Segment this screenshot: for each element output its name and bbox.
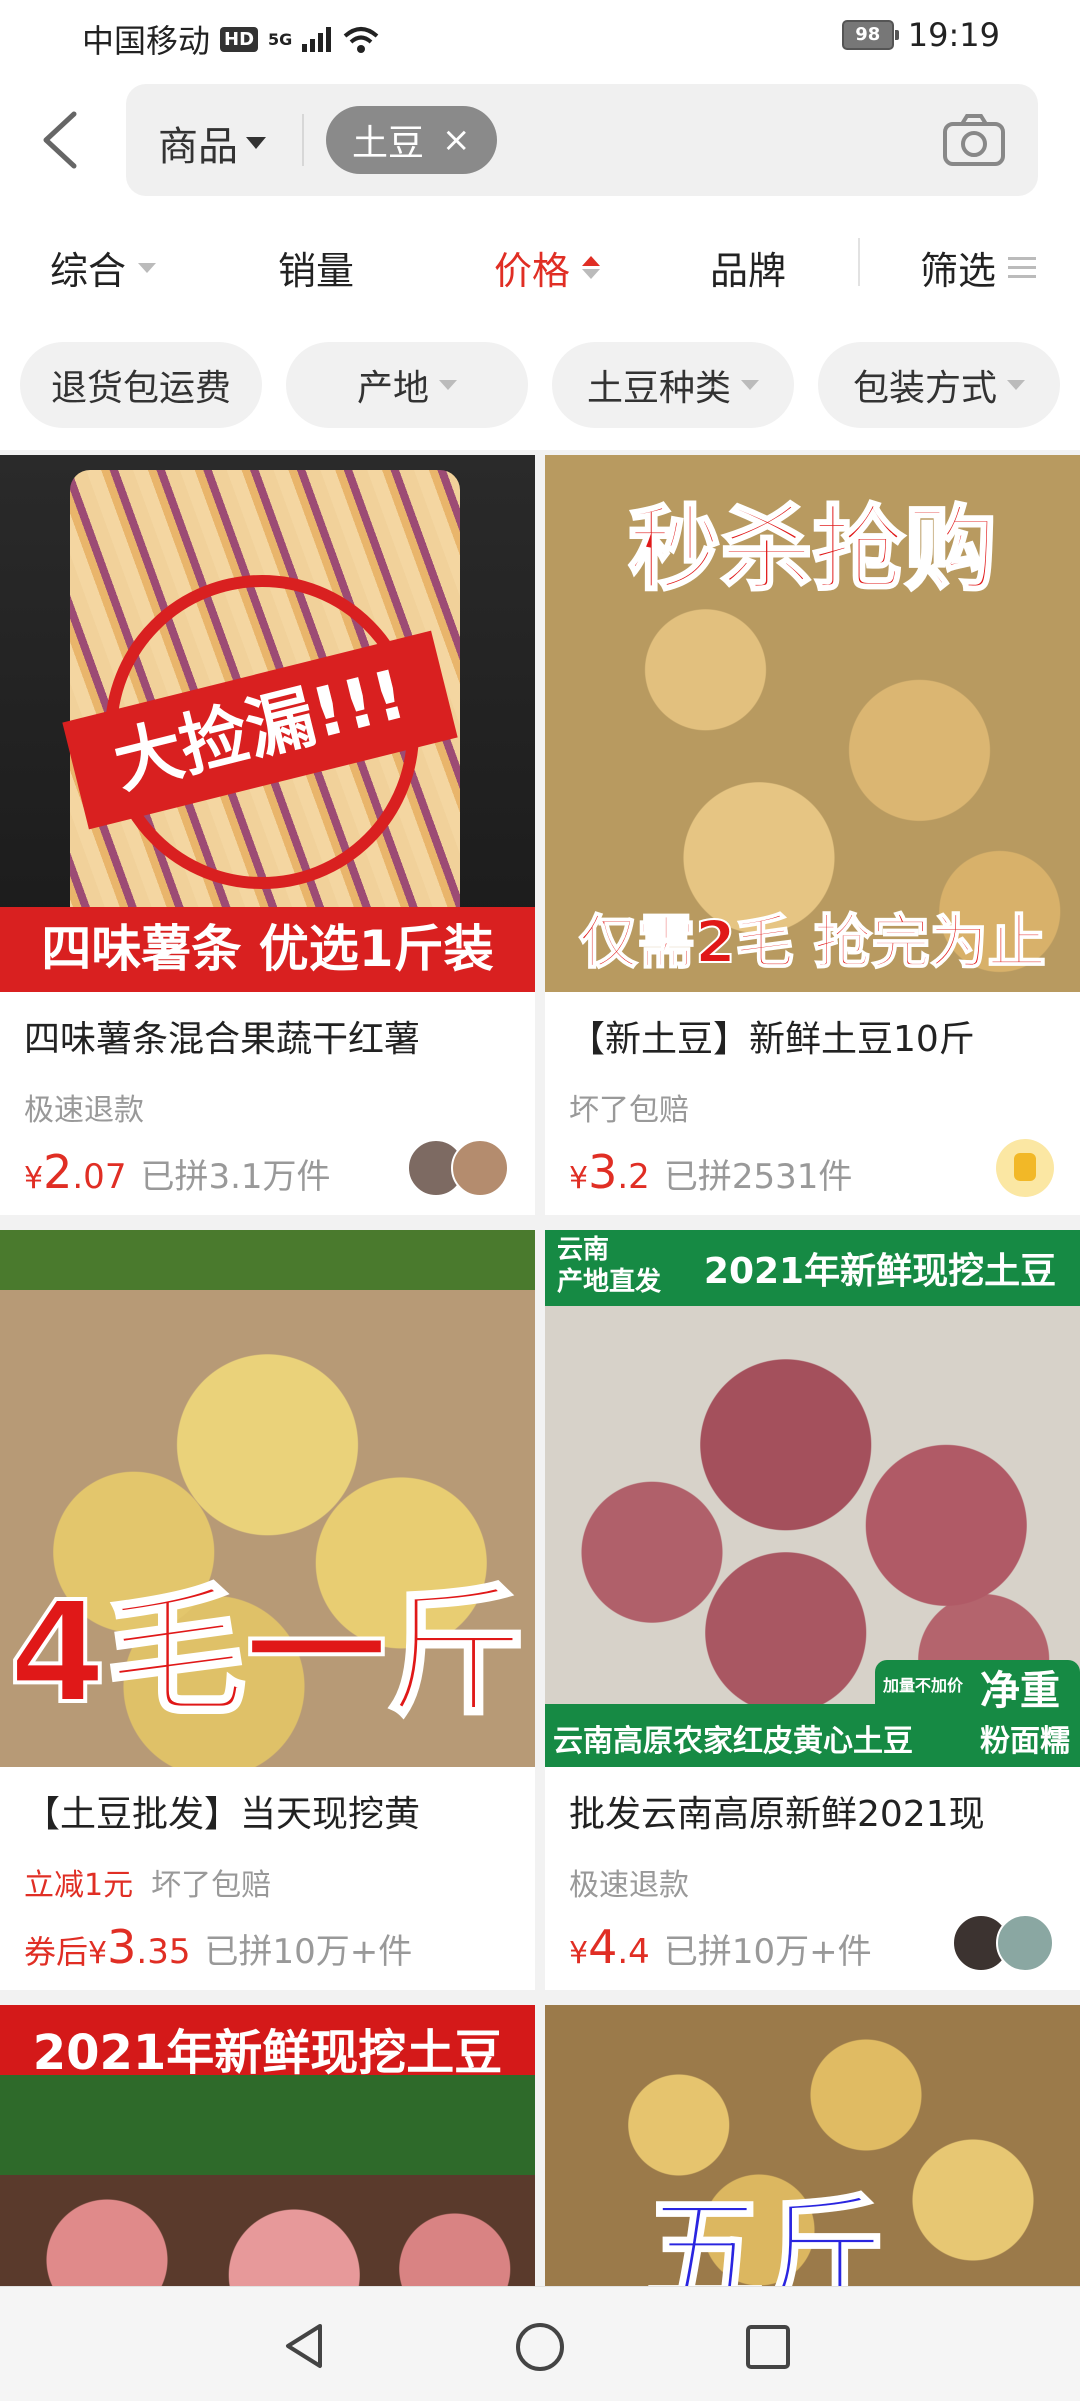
image-note: 加量不加价	[883, 1676, 964, 1695]
sort-brand[interactable]: 品牌	[710, 240, 786, 295]
buyer-avatars	[952, 1914, 1054, 1972]
product-card[interactable]: 4毛一斤 【土豆批发】当天现挖黄 立减1元 坏了包赔 券后 ¥3.35 已拼10万+件	[0, 1230, 535, 1990]
wifi-icon	[343, 27, 379, 53]
filter-chip-label: 产地	[356, 368, 429, 409]
image-headline: 五斤	[644, 2183, 887, 2306]
filter-chips: 退货包运费 产地 土豆种类 包装方式	[0, 320, 1080, 450]
sort-comprehensive-label: 综合	[50, 249, 127, 293]
nav-back-icon[interactable]	[280, 2321, 330, 2371]
divider	[858, 238, 860, 286]
sort-price-label: 价格	[494, 249, 571, 293]
filter-chip-label: 土豆种类	[586, 368, 731, 409]
filter-label: 筛选	[920, 249, 997, 293]
network-label: 5G	[268, 29, 293, 49]
clock: 19:19	[907, 16, 1000, 54]
image-headline: 4毛一斤	[7, 1570, 528, 1737]
system-nav-bar	[0, 2286, 1080, 2401]
price-row: ¥2.07 已拼3.1万件	[24, 1145, 331, 1199]
product-card[interactable]: 2021年新鲜现挖土豆	[0, 2005, 535, 2305]
chevron-down-icon	[246, 137, 266, 149]
image-headline: 2021年新鲜现挖土豆	[703, 1251, 1057, 1292]
camera-icon[interactable]	[942, 112, 1006, 168]
filter-chip-potato-type[interactable]: 土豆种类	[552, 342, 794, 428]
product-title: 四味薯条混合果蔬干红薯	[24, 1019, 421, 1060]
search-scope-label: 商品	[158, 124, 238, 170]
sort-brand-label: 品牌	[710, 249, 787, 293]
filter-chip-origin[interactable]: 产地	[286, 342, 528, 428]
search-scope-dropdown[interactable]: 商品	[158, 114, 266, 172]
product-title: 批发云南高原新鲜2021现	[569, 1794, 985, 1835]
image-weight: 净重	[980, 1668, 1060, 1714]
image-banner-2: 粉面糯	[980, 1724, 1070, 1759]
carrier-label: 中国移动	[82, 22, 211, 60]
search-keyword: 土豆	[352, 123, 425, 164]
price-row: ¥4.4 已拼10万+件	[569, 1920, 872, 1974]
product-image: 云南 产地直发 2021年新鲜现挖土豆 加量不加价 净重 云南高原农家红皮黄心土…	[545, 1230, 1080, 1767]
filter-chip-return-shipping[interactable]: 退货包运费	[20, 342, 262, 428]
avatar	[996, 1914, 1054, 1972]
image-banner: 云南高原农家红皮黄心土豆	[553, 1724, 913, 1759]
chevron-down-icon	[1007, 380, 1025, 390]
avatar	[451, 1139, 509, 1197]
price-row: 券后 ¥3.35 已拼10万+件	[24, 1920, 413, 1974]
product-tags: 极速退款	[569, 1868, 689, 1903]
product-title: 【新土豆】新鲜土豆10斤	[569, 1019, 975, 1060]
chevron-down-icon	[741, 380, 759, 390]
back-arrow-icon[interactable]	[34, 110, 94, 170]
sort-sales[interactable]: 销量	[278, 240, 354, 295]
image-banner: 仅需2毛 抢完为止	[578, 907, 1047, 977]
sort-comprehensive[interactable]: 综合	[50, 240, 157, 295]
product-card[interactable]: 五斤	[545, 2005, 1080, 2305]
product-image: 2021年新鲜现挖土豆	[0, 2005, 535, 2305]
image-headline: 2021年新鲜现挖土豆	[32, 2025, 503, 2081]
sort-order-icon	[582, 256, 601, 279]
status-bar: 中国移动 HD 5G 98 19:19	[0, 0, 1080, 74]
product-card[interactable]: 云南 产地直发 2021年新鲜现挖土豆 加量不加价 净重 云南高原农家红皮黄心土…	[545, 1230, 1080, 1990]
product-tags: 坏了包赔	[569, 1093, 689, 1128]
coin-icon	[996, 1139, 1054, 1197]
filter-chip-packaging[interactable]: 包装方式	[818, 342, 1060, 428]
close-icon[interactable]: ×	[442, 120, 471, 160]
filter-button[interactable]: 筛选	[920, 240, 1037, 295]
chevron-down-icon	[138, 262, 157, 273]
sort-bar: 综合 销量 价格 品牌 筛选	[0, 204, 1080, 321]
price-row: ¥3.2 已拼2531件	[569, 1145, 853, 1199]
product-card[interactable]: 大捡漏!!! 四味薯条 优选1斤装 四味薯条混合果蔬干红薯 极速退款 ¥2.07…	[0, 455, 535, 1215]
search-keyword-chip[interactable]: 土豆 ×	[326, 106, 497, 174]
sort-sales-label: 销量	[278, 249, 355, 293]
image-banner: 四味薯条 优选1斤装	[0, 907, 535, 992]
filter-chip-label: 退货包运费	[50, 368, 231, 409]
image-headline: 秒杀抢购	[627, 495, 998, 605]
filter-chip-label: 包装方式	[852, 368, 997, 409]
chevron-down-icon	[439, 380, 457, 390]
battery-icon: 98	[841, 20, 899, 50]
nav-recents-icon[interactable]	[744, 2323, 792, 2371]
product-image: 秒杀抢购 仅需2毛 抢完为止	[545, 455, 1080, 992]
product-tags: 极速退款	[24, 1093, 144, 1128]
product-image: 大捡漏!!! 四味薯条 优选1斤装	[0, 455, 535, 992]
image-corner-label: 云南 产地直发	[557, 1235, 662, 1297]
sort-price[interactable]: 价格	[494, 240, 601, 295]
signal-icon	[302, 26, 332, 52]
product-card[interactable]: 秒杀抢购 仅需2毛 抢完为止 【新土豆】新鲜土豆10斤 坏了包赔 ¥3.2 已拼2…	[545, 455, 1080, 1215]
divider	[302, 114, 304, 166]
product-title: 【土豆批发】当天现挖黄	[24, 1794, 421, 1835]
product-image: 五斤	[545, 2005, 1080, 2305]
search-header: 商品 土豆 ×	[0, 74, 1080, 204]
nav-home-icon[interactable]	[514, 2321, 566, 2373]
filter-icon	[1008, 257, 1037, 278]
product-tags: 立减1元 坏了包赔	[24, 1868, 272, 1903]
search-box[interactable]: 商品 土豆 ×	[126, 84, 1038, 196]
hd-icon: HD	[220, 26, 259, 52]
buyer-avatars	[407, 1139, 509, 1197]
product-image: 4毛一斤	[0, 1230, 535, 1767]
